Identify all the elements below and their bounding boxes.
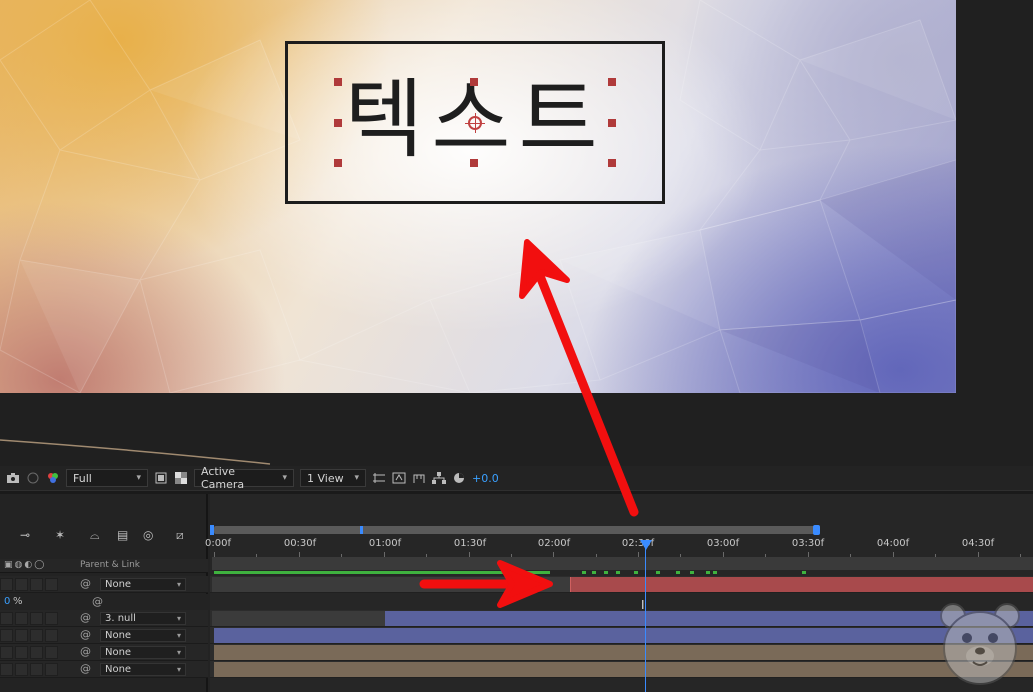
annotation-arrows <box>419 239 639 608</box>
arrow-to-layer <box>419 560 553 608</box>
arrow-to-canvas <box>519 239 639 517</box>
bear-mascot-watermark <box>940 603 1020 685</box>
